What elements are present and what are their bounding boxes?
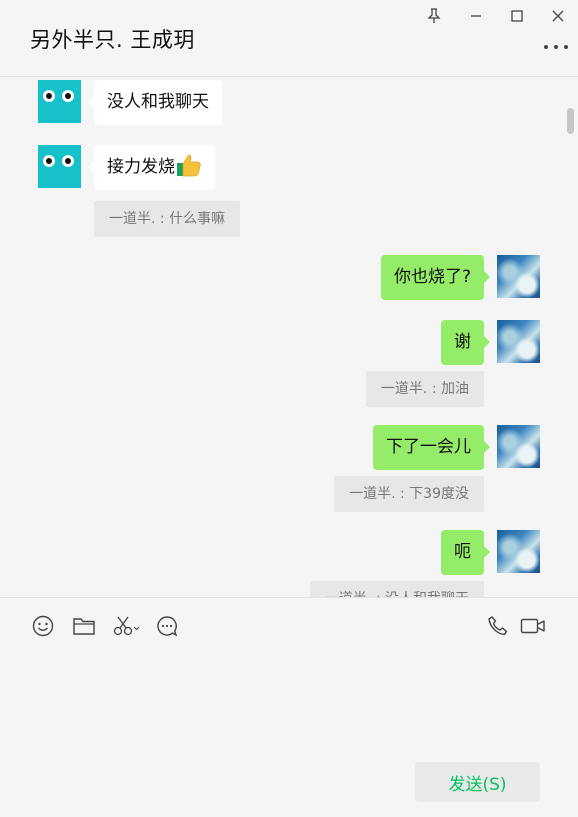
scissors-icon[interactable]	[113, 614, 141, 638]
chat-history-icon[interactable]	[155, 614, 179, 638]
message-input[interactable]	[20, 650, 558, 750]
maximize-icon[interactable]	[507, 6, 527, 26]
my-avatar[interactable]	[497, 425, 540, 468]
video-call-icon[interactable]	[520, 614, 546, 638]
toolbar-divider	[0, 597, 578, 598]
send-button[interactable]: 发送(S)	[415, 762, 540, 802]
message-scrollbar[interactable]	[567, 108, 574, 134]
pin-icon[interactable]	[424, 6, 444, 26]
chat-header: 另外半只. 王成玥	[0, 0, 578, 77]
quoted-message[interactable]: 一道半. : 下39度没	[334, 476, 484, 512]
chat-title: 另外半只. 王成玥	[30, 28, 195, 52]
message-bubble[interactable]: 你也烧了?	[380, 255, 491, 300]
my-avatar[interactable]	[497, 255, 540, 298]
emoji-icon[interactable]	[31, 614, 55, 638]
message-text: 接力发烧	[107, 157, 175, 177]
more-icon[interactable]	[544, 42, 568, 52]
message-bubble[interactable]: 谢	[441, 320, 490, 365]
message-bubble[interactable]: 下了一会儿	[373, 425, 490, 470]
message-bubble[interactable]: 呃	[441, 530, 490, 575]
my-avatar[interactable]	[497, 530, 540, 573]
contact-avatar[interactable]	[38, 145, 81, 188]
thumbs-up-icon	[177, 154, 201, 177]
message-bubble[interactable]: 接力发烧	[88, 145, 215, 190]
quoted-message[interactable]: 一道半. : 加油	[365, 371, 484, 407]
minimize-icon[interactable]	[466, 6, 486, 26]
message-list[interactable]: 没人和我聊天 接力发烧 一道半. : 什么事嘛 你也烧了? 谢 一道半. : 加…	[0, 78, 578, 597]
my-avatar[interactable]	[497, 320, 540, 363]
folder-icon[interactable]	[72, 614, 96, 638]
quoted-message[interactable]: 一道半. : 没人和我聊天	[309, 581, 484, 597]
phone-icon[interactable]	[486, 614, 510, 638]
message-bubble[interactable]: 没人和我聊天	[88, 80, 222, 125]
contact-avatar[interactable]	[38, 80, 81, 123]
close-icon[interactable]	[548, 6, 568, 26]
quoted-message[interactable]: 一道半. : 什么事嘛	[94, 201, 241, 237]
